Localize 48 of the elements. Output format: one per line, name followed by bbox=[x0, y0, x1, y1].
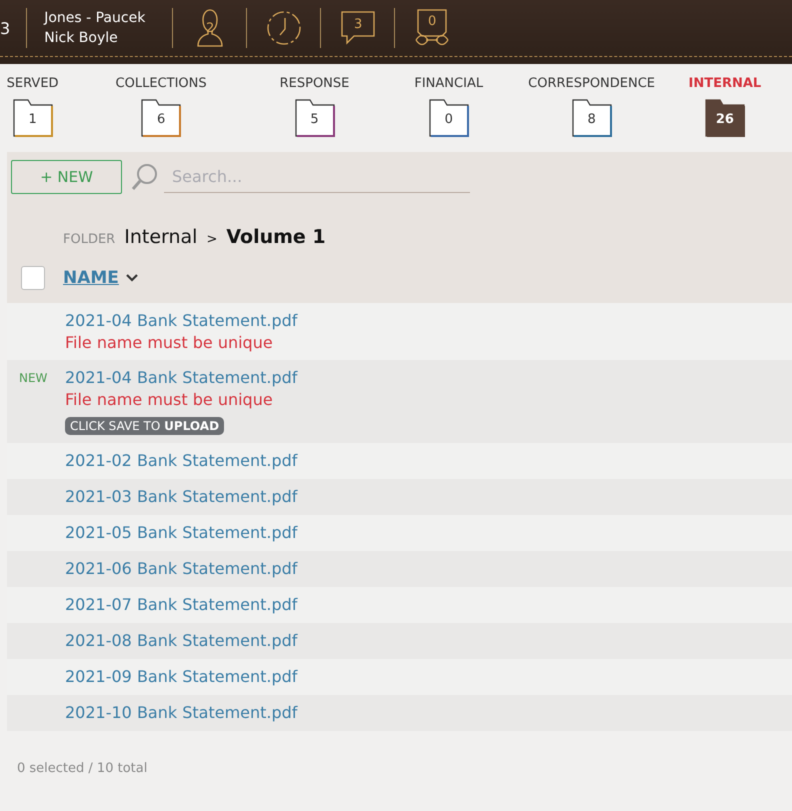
person-name: Nick Boyle bbox=[44, 29, 119, 48]
folder-count: 5 bbox=[309, 112, 320, 127]
folder-icon bbox=[294, 99, 334, 137]
case-name: Jones - Paucek bbox=[44, 9, 146, 28]
folder-count: 0 bbox=[444, 112, 454, 127]
new-button[interactable]: + NEW bbox=[11, 160, 122, 194]
file-link[interactable]: 2021-06 Bank Statement.pdf bbox=[65, 559, 298, 578]
folder-label: FOLDER bbox=[63, 232, 116, 247]
error-message: File name must be unique bbox=[65, 333, 274, 352]
folder-tab[interactable]: COLLECTIONS 6 bbox=[65, 76, 257, 152]
file-link[interactable]: 2021-05 Bank Statement.pdf bbox=[65, 523, 298, 542]
file-link[interactable]: 2021-07 Bank Statement.pdf bbox=[65, 595, 298, 614]
file-link[interactable]: 2021-09 Bank Statement.pdf bbox=[65, 667, 298, 686]
file-link[interactable]: 2021-08 Bank Statement.pdf bbox=[65, 631, 298, 650]
folder-tab[interactable]: CORRESPONDENCE 8 bbox=[525, 76, 658, 152]
error-message: File name must be unique bbox=[65, 390, 274, 409]
folder-count: 8 bbox=[586, 112, 597, 127]
count-label: 3 bbox=[353, 17, 364, 32]
selection-status: 0 selected / 10 total bbox=[17, 761, 148, 776]
case-number: 3 bbox=[0, 18, 10, 38]
file-link[interactable]: 2021-04 Bank Statement.pdf bbox=[65, 368, 298, 387]
search-field[interactable]: Search... bbox=[164, 161, 470, 193]
count-label: 0 bbox=[427, 14, 438, 29]
folder-icon bbox=[12, 99, 53, 137]
folder-tab[interactable]: INTERNAL 26 bbox=[658, 76, 792, 152]
file-link[interactable]: 2021-02 Bank Statement.pdf bbox=[65, 451, 298, 470]
file-link[interactable]: 2021-04 Bank Statement.pdf bbox=[65, 311, 298, 330]
select-all-checkbox[interactable] bbox=[21, 266, 45, 290]
folder-tab[interactable]: RESPONSE 5 bbox=[256, 76, 372, 152]
folder-icon bbox=[572, 99, 612, 137]
new-tag: NEW bbox=[19, 371, 48, 385]
breadcrumb-separator: > bbox=[206, 232, 218, 247]
file-link[interactable]: 2021-10 Bank Statement.pdf bbox=[65, 703, 298, 722]
name-column-header[interactable]: NAME bbox=[63, 268, 139, 288]
file-link[interactable]: 2021-03 Bank Statement.pdf bbox=[65, 487, 298, 506]
folder-tab[interactable]: SERVED 1 bbox=[0, 76, 66, 152]
folder-count: 6 bbox=[156, 112, 166, 127]
folder-icon bbox=[428, 99, 469, 137]
search-icon bbox=[132, 164, 157, 190]
breadcrumb-item[interactable]: Internal bbox=[124, 226, 198, 248]
folder-count: 26 bbox=[714, 112, 735, 127]
breadcrumb-item: Volume 1 bbox=[226, 226, 326, 248]
folder-count: 1 bbox=[27, 112, 38, 127]
upload-hint: CLICK SAVE TO UPLOAD bbox=[65, 417, 224, 435]
folder-tab[interactable]: FINANCIAL 0 bbox=[372, 76, 526, 152]
folder-icon bbox=[704, 99, 745, 137]
folder-icon bbox=[141, 99, 182, 137]
chevron-down-icon bbox=[124, 273, 139, 283]
